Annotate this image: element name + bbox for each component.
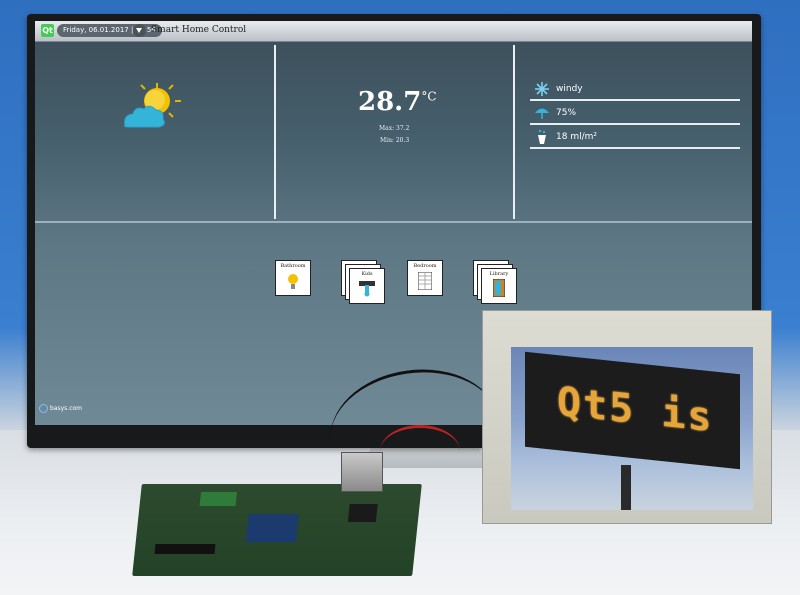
room-label: Kids — [361, 271, 373, 277]
stat-label: windy — [556, 84, 583, 94]
ethernet-port — [341, 452, 383, 492]
room-tile-bedroom[interactable]: Bedroom — [407, 260, 451, 304]
temperature-value: 28.7 — [358, 87, 422, 117]
date-time-label: Friday, 06.01.2017 | 18:56 — [57, 24, 162, 37]
room-tile-kids[interactable]: Kids — [341, 260, 385, 304]
room-card: Kids — [349, 268, 385, 304]
stat-label: 18 ml/m² — [556, 132, 597, 142]
stat-row-wind: windy — [530, 81, 740, 101]
chip — [245, 514, 299, 542]
menu-dropdown-button[interactable] — [133, 24, 146, 37]
room-card: Library — [481, 268, 517, 304]
thermometer-icon — [359, 281, 375, 297]
chip — [199, 492, 237, 506]
umbrella-icon — [534, 105, 550, 121]
app-title: Smart Home Control — [151, 25, 247, 35]
billboard-pole — [621, 465, 631, 510]
stat-row-humidity: 75% — [530, 105, 740, 125]
brand-logo: basys.com — [39, 404, 82, 413]
window-icon — [418, 272, 432, 290]
title-bar: Qt Friday, 06.01.2017 | 18:56 Smart Home… — [35, 21, 752, 42]
tablet-screen: Qt5 is — [511, 347, 753, 510]
temperature-unit: °C — [421, 89, 437, 104]
stat-label: 75% — [556, 108, 577, 118]
door-icon — [493, 279, 505, 297]
lcd-tablet: Qt5 is — [482, 310, 772, 524]
room-tile-bathroom[interactable]: Bathroom — [275, 260, 319, 304]
rain-gauge-icon — [534, 129, 550, 145]
development-board — [132, 484, 422, 576]
lightbulb-icon — [288, 274, 298, 289]
room-label: Bedroom — [413, 263, 437, 269]
sun-cloud-icon — [119, 79, 189, 139]
qt-logo-icon: Qt — [41, 24, 54, 37]
room-tile-library[interactable]: Library — [473, 260, 517, 304]
wind-icon — [534, 81, 550, 97]
section-divider — [35, 221, 752, 223]
chip — [347, 504, 378, 522]
room-label: Bathroom — [280, 263, 306, 269]
panel-divider-right — [513, 45, 515, 219]
stat-row-rain: 18 ml/m² — [530, 129, 740, 149]
room-label: Library — [489, 271, 509, 277]
room-card: Bathroom — [275, 260, 311, 296]
temperature-display: 28.7°C — [358, 87, 437, 117]
panel-divider-left — [274, 45, 276, 219]
temperature-max: Max: 37.2 — [379, 125, 410, 132]
temperature-min: Min: 20.3 — [380, 137, 410, 144]
chip — [154, 544, 216, 554]
cable — [380, 425, 460, 478]
room-card: Bedroom — [407, 260, 443, 296]
